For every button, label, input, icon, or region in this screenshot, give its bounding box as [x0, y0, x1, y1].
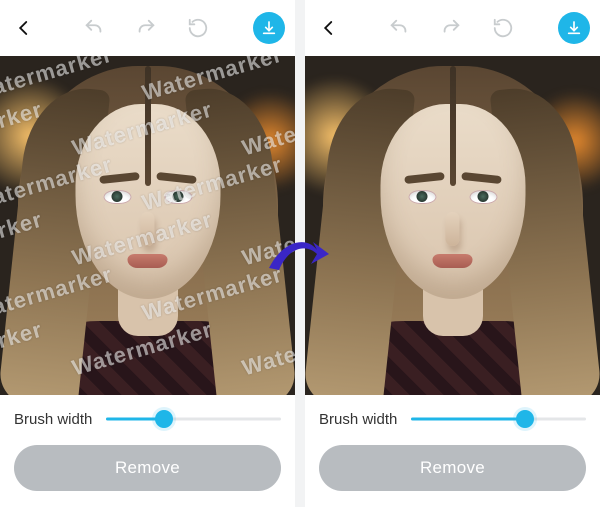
app-screen-after: Brush width Remove	[305, 0, 600, 507]
brush-width-label: Brush width	[14, 411, 92, 428]
controls: Brush width Remove	[0, 395, 295, 507]
redo-button[interactable]	[437, 14, 465, 42]
download-button[interactable]	[558, 12, 590, 44]
app-screen-before: WatermarkerWatermarkerWatermarkerWaterma…	[0, 0, 295, 507]
undo-button[interactable]	[80, 14, 108, 42]
redo-button[interactable]	[132, 14, 160, 42]
brush-width-slider[interactable]	[106, 409, 281, 429]
image-canvas[interactable]	[305, 56, 600, 395]
transition-arrow-icon	[263, 230, 337, 290]
brush-width-slider[interactable]	[411, 409, 586, 429]
remove-button[interactable]: Remove	[319, 445, 586, 491]
revert-button[interactable]	[184, 14, 212, 42]
toolbar	[0, 0, 295, 56]
download-button[interactable]	[253, 12, 285, 44]
remove-button[interactable]: Remove	[14, 445, 281, 491]
controls: Brush width Remove	[305, 395, 600, 507]
toolbar	[305, 0, 600, 56]
back-button[interactable]	[10, 14, 38, 42]
brush-width-label: Brush width	[319, 411, 397, 428]
portrait-image	[305, 56, 600, 395]
revert-button[interactable]	[489, 14, 517, 42]
undo-button[interactable]	[385, 14, 413, 42]
portrait-image	[0, 56, 295, 395]
back-button[interactable]	[315, 14, 343, 42]
image-canvas[interactable]: WatermarkerWatermarkerWatermarkerWaterma…	[0, 56, 295, 395]
